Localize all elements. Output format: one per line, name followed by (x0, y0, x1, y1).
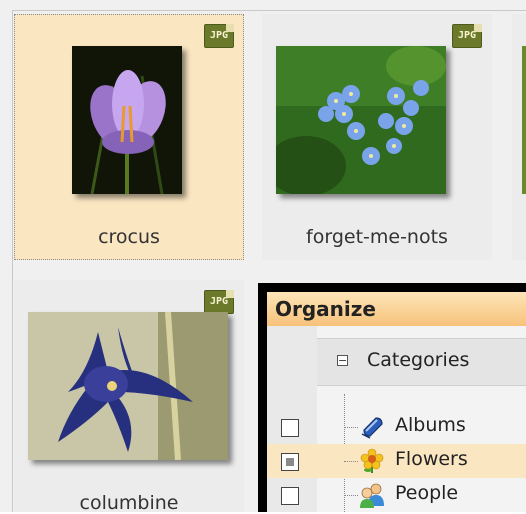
category-row-flowers[interactable]: Flowers (267, 444, 526, 478)
category-label: Albums (395, 414, 466, 436)
thumbnail-image-partial (522, 46, 526, 194)
thumbnail-tile-forget-me-nots[interactable]: JPG forget-me-nots (262, 14, 492, 260)
thumbnail-label: crocus (98, 226, 160, 248)
organize-panel: Organize − Categories Albums Flowers Peo… (258, 283, 526, 512)
category-label: People (395, 482, 459, 504)
flowers-checkbox[interactable] (281, 453, 299, 471)
thumbnail-image-columbine (28, 312, 228, 460)
gallery-border-left (12, 10, 13, 512)
gallery-border-top (12, 10, 526, 11)
thumbnail-label: columbine (79, 492, 179, 514)
tree-connector (344, 427, 358, 428)
category-row-albums[interactable]: Albums (267, 410, 526, 444)
flower-icon (360, 448, 384, 473)
people-checkbox[interactable] (281, 487, 299, 505)
albums-checkbox[interactable] (281, 419, 299, 437)
jpg-file-icon: JPG (452, 24, 482, 48)
organize-title: Organize (267, 292, 526, 326)
columbine-image (28, 312, 228, 460)
thumbnail-label: forget-me-nots (306, 226, 448, 248)
collapse-icon[interactable]: − (337, 355, 348, 366)
tree-connector (344, 495, 358, 496)
thumbnail-tile-columbine[interactable]: JPG columbine (14, 280, 244, 514)
forget-me-nots-image (276, 46, 446, 194)
tree-connector (344, 461, 358, 462)
crocus-image (72, 46, 182, 194)
albums-icon (361, 417, 383, 439)
thumbnail-tile-partial[interactable] (512, 14, 526, 260)
categories-header[interactable]: − Categories (317, 338, 526, 386)
category-row-people[interactable]: People (267, 478, 526, 512)
category-label: Flowers (395, 448, 468, 470)
thumbnail-image-forget-me-nots (276, 46, 446, 194)
thumbnail-tile-crocus[interactable]: JPG crocus (14, 14, 244, 260)
categories-label: Categories (367, 349, 470, 371)
jpg-file-icon: JPG (204, 24, 234, 48)
thumbnail-image-crocus (72, 46, 182, 194)
jpg-file-icon: JPG (204, 290, 234, 314)
people-icon (360, 483, 384, 508)
